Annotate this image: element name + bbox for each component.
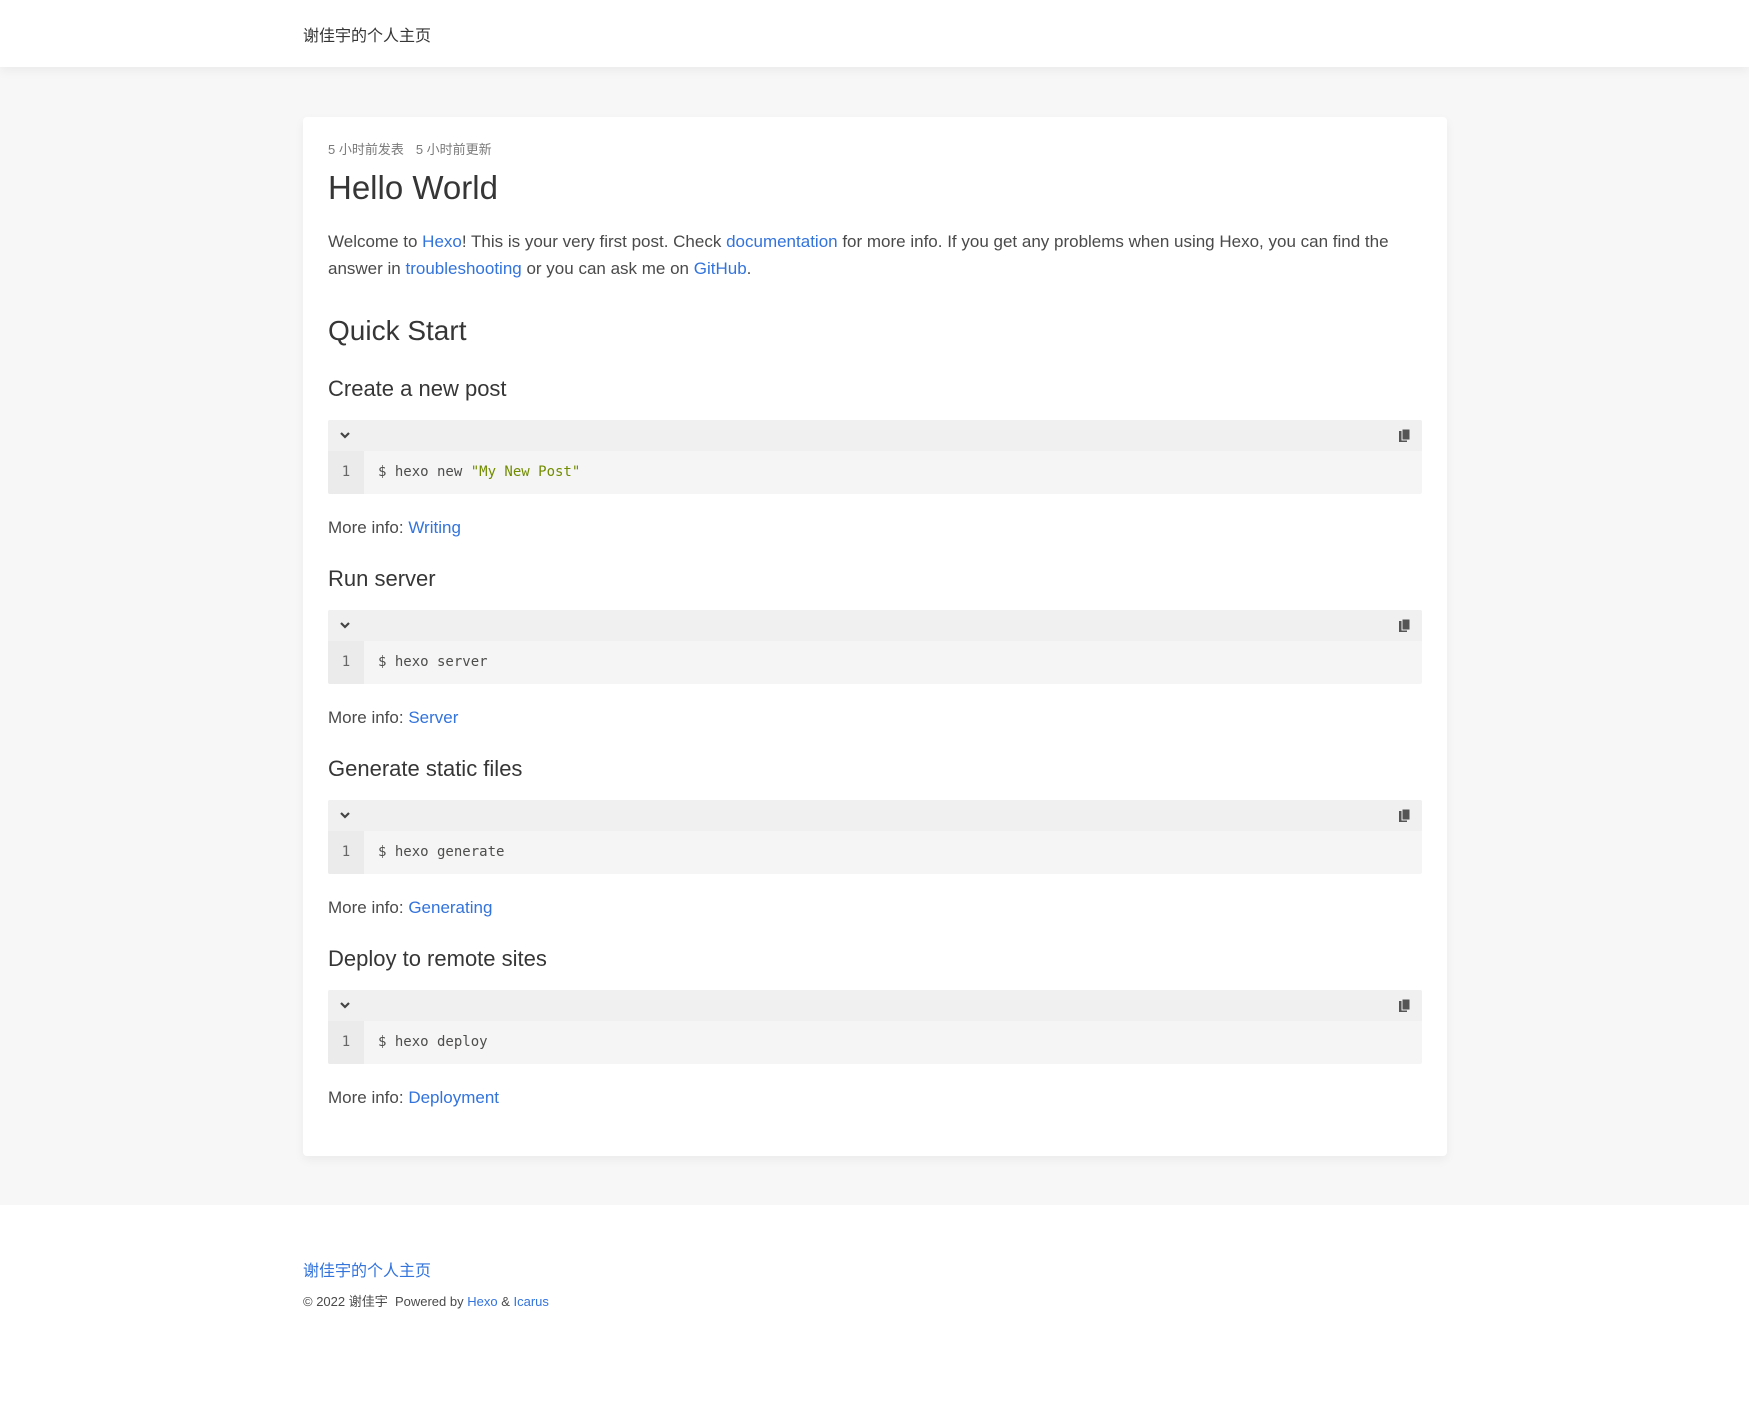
line-number: 1: [328, 831, 364, 874]
intro-text: .: [746, 259, 752, 278]
code-block: 1 $ hexo deploy: [328, 990, 1422, 1064]
hexo-link[interactable]: Hexo: [422, 232, 462, 251]
code-body: 1 $ hexo generate: [328, 831, 1422, 874]
code-command: $ hexo new: [378, 464, 471, 480]
more-info: More info: Server: [328, 704, 1422, 731]
code-block-header: [328, 800, 1422, 831]
section-heading: Create a new post: [328, 376, 507, 401]
copy-icon[interactable]: [1398, 618, 1412, 634]
line-number: 1: [328, 1021, 364, 1064]
code-string: "My New Post": [470, 464, 581, 480]
copy-icon[interactable]: [1398, 998, 1412, 1014]
generating-link[interactable]: Generating: [408, 898, 492, 917]
chevron-down-icon[interactable]: [338, 808, 352, 822]
code-body: 1 $ hexo deploy: [328, 1021, 1422, 1064]
updated-time: 5 小时前更新: [415, 142, 492, 157]
github-link[interactable]: GitHub: [694, 259, 747, 278]
intro-text: ! This is your very first post. Check: [461, 232, 727, 251]
code-command: $ hexo generate: [378, 844, 505, 860]
intro-text: Welcome to: [328, 232, 423, 251]
more-info-label: More info:: [328, 898, 409, 917]
section-heading: Deploy to remote sites: [328, 946, 547, 971]
code-block-header: [328, 420, 1422, 451]
more-info-label: More info:: [328, 708, 409, 727]
code-block-header: [328, 990, 1422, 1021]
post-content: Welcome to Hexo! This is your very first…: [328, 228, 1422, 1111]
intro-paragraph: Welcome to Hexo! This is your very first…: [328, 228, 1422, 282]
troubleshooting-link[interactable]: troubleshooting: [405, 259, 521, 278]
code-body: 1 $ hexo server: [328, 641, 1422, 684]
more-info-label: More info:: [328, 1088, 409, 1107]
quick-start-heading: Quick Start: [328, 315, 467, 346]
published-time: 5 小时前发表: [328, 142, 404, 157]
writing-link[interactable]: Writing: [408, 518, 461, 537]
code-command: $ hexo deploy: [378, 1034, 488, 1050]
footer: 谢佳宇的个人主页 © 2022 谢佳宇 Powered by Hexo & Ic…: [0, 1205, 1749, 1410]
chevron-down-icon[interactable]: [338, 618, 352, 632]
post-title: Hello World: [328, 169, 498, 206]
more-info: More info: Writing: [328, 514, 1422, 541]
copy-icon[interactable]: [1398, 808, 1412, 824]
navbar: 谢佳宇的个人主页: [0, 0, 1749, 67]
more-info: More info: Generating: [328, 894, 1422, 921]
code-block-header: [328, 610, 1422, 641]
footer-hexo-link[interactable]: Hexo: [467, 1294, 497, 1309]
code-line: $ hexo server: [364, 641, 488, 684]
more-info-label: More info:: [328, 518, 409, 537]
intro-text: or you can ask me on: [521, 259, 694, 278]
section-heading: Generate static files: [328, 756, 523, 781]
server-link[interactable]: Server: [408, 708, 458, 727]
code-line: $ hexo new "My New Post": [364, 451, 580, 494]
code-block: 1 $ hexo new "My New Post": [328, 420, 1422, 494]
documentation-link[interactable]: documentation: [726, 232, 838, 251]
footer-copyright: © 2022 谢佳宇 Powered by Hexo & Icarus: [303, 1291, 549, 1310]
line-number: 1: [328, 451, 364, 494]
code-body: 1 $ hexo new "My New Post": [328, 451, 1422, 494]
code-block: 1 $ hexo server: [328, 610, 1422, 684]
site-brand-link[interactable]: 谢佳宇的个人主页: [303, 22, 431, 46]
copyright-text: © 2022 谢佳宇 Powered by: [303, 1294, 468, 1309]
post-meta: 5 小时前发表 5 小时前更新: [328, 141, 1422, 159]
deployment-link[interactable]: Deployment: [408, 1088, 499, 1107]
code-block: 1 $ hexo generate: [328, 800, 1422, 874]
line-number: 1: [328, 641, 364, 684]
post-card: 5 小时前发表 5 小时前更新 Hello World Welcome to He…: [303, 117, 1447, 1156]
code-line: $ hexo deploy: [364, 1021, 488, 1064]
code-line: $ hexo generate: [364, 831, 504, 874]
more-info: More info: Deployment: [328, 1084, 1422, 1111]
copy-icon[interactable]: [1398, 428, 1412, 444]
footer-brand-link[interactable]: 谢佳宇的个人主页: [303, 1257, 431, 1281]
chevron-down-icon[interactable]: [338, 998, 352, 1012]
footer-icarus-link[interactable]: Icarus: [513, 1294, 548, 1309]
code-command: $ hexo server: [378, 654, 488, 670]
ampersand: &: [497, 1294, 514, 1309]
section-heading: Run server: [328, 566, 436, 591]
chevron-down-icon[interactable]: [338, 428, 352, 442]
